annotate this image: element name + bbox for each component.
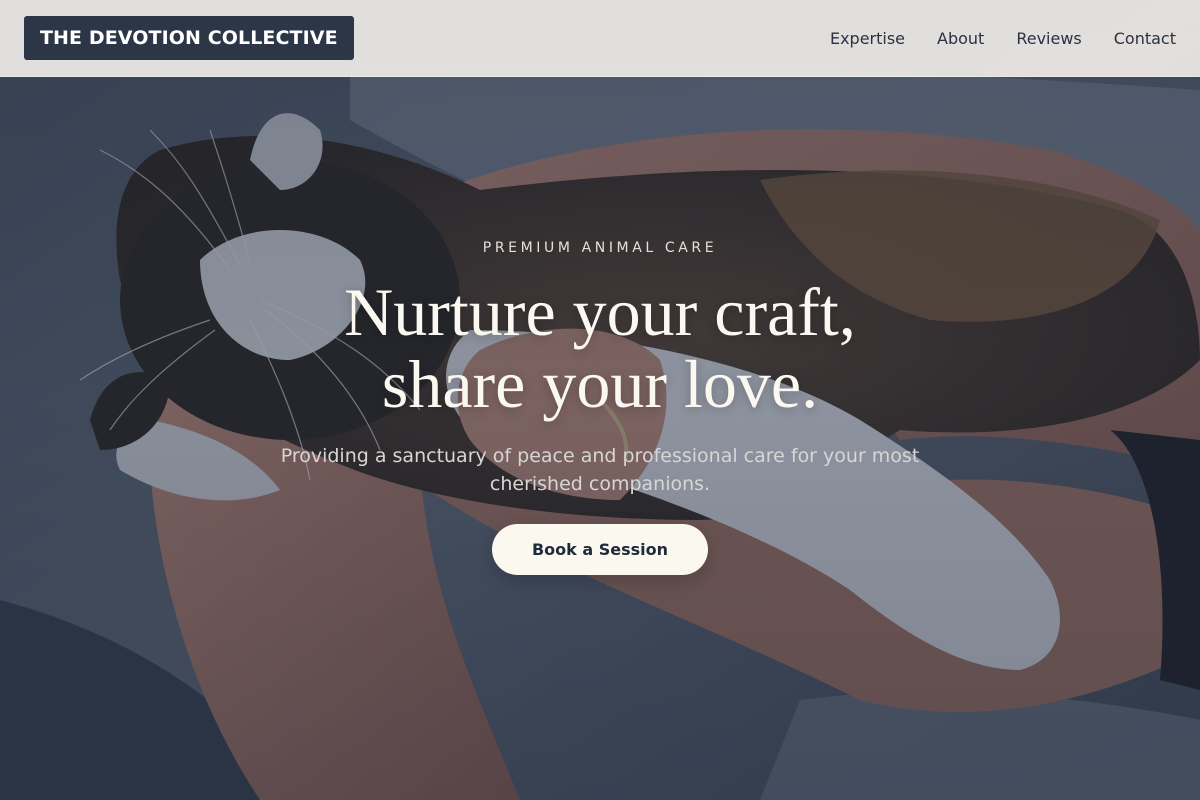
hero-eyebrow: PREMIUM ANIMAL CARE bbox=[482, 240, 718, 256]
hero-title: Nurture your craft, share your love. bbox=[0, 276, 1200, 420]
book-session-button[interactable]: Book a Session bbox=[492, 524, 708, 575]
hero-title-line-1: Nurture your craft, bbox=[344, 274, 856, 350]
nav-link-about[interactable]: About bbox=[937, 29, 984, 48]
hero-title-line-2: share your love. bbox=[381, 346, 819, 422]
nav-link-reviews[interactable]: Reviews bbox=[1016, 29, 1081, 48]
hero-subtitle: Providing a sanctuary of peace and profe… bbox=[280, 445, 920, 495]
nav-link-expertise[interactable]: Expertise bbox=[830, 29, 905, 48]
site-header: THE DEVOTION COLLECTIVE Expertise About … bbox=[0, 0, 1200, 77]
brand-logo[interactable]: THE DEVOTION COLLECTIVE bbox=[24, 16, 354, 60]
main-navigation: Expertise About Reviews Contact bbox=[830, 0, 1176, 76]
nav-link-contact[interactable]: Contact bbox=[1114, 29, 1176, 48]
landing-page: THE DEVOTION COLLECTIVE Expertise About … bbox=[0, 0, 1200, 800]
